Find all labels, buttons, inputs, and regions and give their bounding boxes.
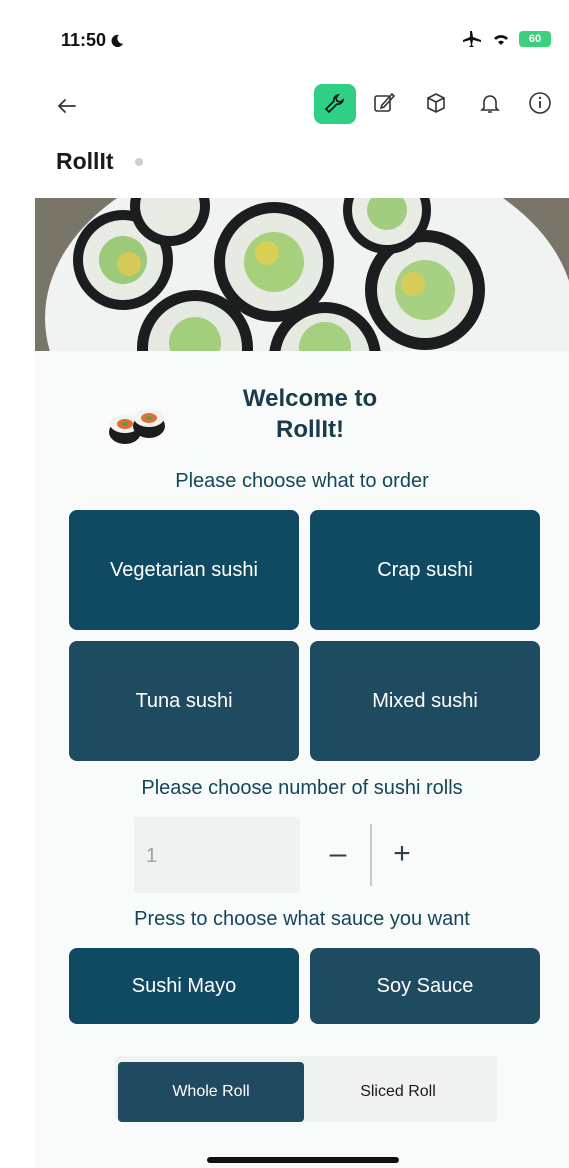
soy-sauce-button[interactable]: Soy Sauce (310, 948, 540, 1024)
decrement-button[interactable]: – (313, 829, 363, 879)
status-icons: 60 (461, 30, 551, 48)
status-bar: 11:50 60 (35, 0, 569, 80)
home-indicator (207, 1157, 399, 1163)
moon-icon (111, 34, 124, 47)
app-header: RollIt (35, 130, 569, 198)
hero-image (35, 198, 569, 351)
bell-icon (480, 95, 500, 113)
sushi-mayo-button[interactable]: Sushi Mayo (69, 948, 299, 1024)
edit-icon (374, 92, 396, 112)
airplane-icon (463, 31, 481, 47)
whole-roll-option[interactable]: Whole Roll (118, 1062, 304, 1122)
welcome-heading: Welcome to RollIt! (242, 385, 378, 443)
mixed-sushi-button[interactable]: Mixed sushi (310, 641, 540, 761)
quantity-input[interactable]: 1 (134, 817, 300, 893)
battery-indicator: 60 (519, 31, 551, 47)
wrench-button[interactable] (314, 84, 356, 124)
wrench-icon (324, 93, 345, 114)
info-button[interactable] (527, 90, 553, 116)
wifi-icon (494, 35, 508, 45)
status-dot (135, 158, 143, 166)
roll-type-toggle: Whole Roll Sliced Roll (115, 1056, 497, 1122)
cube-icon (427, 93, 445, 113)
vegetarian-sushi-button[interactable]: Vegetarian sushi (69, 510, 299, 630)
sliced-roll-option[interactable]: Sliced Roll (305, 1062, 491, 1122)
quantity-prompt: Please choose number of sushi rolls (141, 777, 463, 799)
back-arrow-icon[interactable] (53, 92, 81, 120)
edit-button[interactable] (371, 90, 397, 116)
crap-sushi-button[interactable]: Crap sushi (310, 510, 540, 630)
app-title: RollIt (56, 148, 114, 174)
sushi-photo (35, 198, 569, 351)
nav-bar (35, 80, 569, 130)
sauce-prompt: Press to choose what sauce you want (134, 908, 470, 930)
app-screen: 11:50 60 RollIt Welcome to RollIt! Pleas… (35, 0, 569, 1168)
order-prompt: Please choose what to order (175, 470, 429, 492)
time-text: 11:50 (61, 30, 107, 50)
tuna-sushi-button[interactable]: Tuna sushi (69, 641, 299, 761)
status-time: 11:50 (61, 30, 124, 51)
stepper-divider (370, 824, 372, 886)
cube-button[interactable] (423, 90, 449, 116)
sushi-logo-icon (109, 409, 165, 444)
notification-button[interactable] (477, 90, 503, 116)
info-icon (529, 92, 551, 114)
increment-button[interactable]: + (377, 829, 427, 879)
